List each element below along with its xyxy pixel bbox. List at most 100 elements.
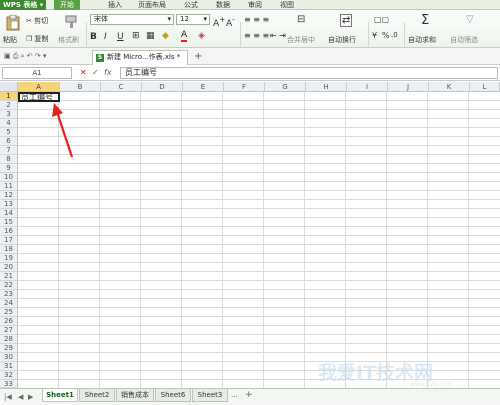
- column-header[interactable]: D: [142, 82, 183, 92]
- first-sheet-icon[interactable]: |◀: [4, 393, 12, 401]
- row-header[interactable]: 1: [0, 92, 18, 101]
- row-header[interactable]: 27: [0, 326, 18, 335]
- row-header[interactable]: 26: [0, 317, 18, 326]
- row-header[interactable]: 21: [0, 272, 18, 281]
- row-header[interactable]: 23: [0, 290, 18, 299]
- row-header[interactable]: 14: [0, 209, 18, 218]
- insert-function-icon[interactable]: fx: [104, 67, 112, 79]
- row-header[interactable]: 31: [0, 362, 18, 371]
- format-painter-button[interactable]: 格式刷: [58, 13, 84, 47]
- row-header[interactable]: 29: [0, 344, 18, 353]
- menu-home[interactable]: 开始: [54, 0, 80, 10]
- decimal-icon[interactable]: .0: [391, 31, 398, 39]
- percent-icon[interactable]: %: [382, 31, 390, 40]
- prev-sheet-icon[interactable]: ◀: [18, 393, 23, 401]
- new-tab-button[interactable]: +: [194, 51, 202, 62]
- sheet-tab-sheet1[interactable]: Sheet1: [42, 389, 78, 402]
- quick-access-icons[interactable]: ▣ ⎙ ⌕ ↶ ↷ ▾: [4, 52, 47, 61]
- row-header[interactable]: 3: [0, 110, 18, 119]
- currency-icon[interactable]: ¥: [372, 31, 377, 40]
- column-header[interactable]: F: [224, 82, 265, 92]
- cut-button[interactable]: ✂ 剪切: [26, 16, 48, 26]
- formula-input[interactable]: 员工编号: [120, 67, 498, 79]
- confirm-edit-icon[interactable]: ✓: [92, 67, 99, 79]
- indent-icon[interactable]: ⇤ ⇥: [270, 31, 286, 40]
- align-left-icon[interactable]: ≡ ≡ ≡: [244, 31, 269, 40]
- row-header[interactable]: 13: [0, 200, 18, 209]
- row-header[interactable]: 9: [0, 164, 18, 173]
- row-header[interactable]: 15: [0, 218, 18, 227]
- row-header[interactable]: 16: [0, 227, 18, 236]
- column-header[interactable]: C: [101, 82, 142, 92]
- column-header[interactable]: E: [183, 82, 224, 92]
- row-header[interactable]: 28: [0, 335, 18, 344]
- sheet-tab-sheet6[interactable]: Sheet6: [155, 389, 191, 402]
- sheet-tab-sales-cost[interactable]: 销售成本: [116, 389, 154, 402]
- column-header[interactable]: J: [388, 82, 429, 92]
- merge-cells-icon[interactable]: ▦: [146, 31, 155, 41]
- row-header[interactable]: 10: [0, 173, 18, 182]
- row-header[interactable]: 19: [0, 254, 18, 263]
- auto-filter-button[interactable]: ▽ 自动筛选: [450, 14, 498, 46]
- row-header[interactable]: 8: [0, 155, 18, 164]
- row-header[interactable]: 33: [0, 380, 18, 388]
- column-header[interactable]: A: [18, 82, 60, 92]
- row-header[interactable]: 30: [0, 353, 18, 362]
- column-header[interactable]: B: [60, 82, 101, 92]
- row-header[interactable]: 18: [0, 245, 18, 254]
- menu-insert[interactable]: 插入: [108, 0, 122, 10]
- row-header[interactable]: 12: [0, 191, 18, 200]
- row-header[interactable]: 25: [0, 308, 18, 317]
- row-header[interactable]: 4: [0, 119, 18, 128]
- sheet-tab-sheet2[interactable]: Sheet2: [79, 389, 115, 402]
- align-top-icon[interactable]: ≡ ≡ ≡: [244, 15, 269, 24]
- column-header[interactable]: L: [470, 82, 500, 92]
- row-header[interactable]: 6: [0, 137, 18, 146]
- row-header[interactable]: 17: [0, 236, 18, 245]
- decrease-font-icon[interactable]: A-: [226, 15, 235, 29]
- select-all-corner[interactable]: [0, 82, 18, 92]
- active-cell-a1[interactable]: 员工编号: [18, 92, 60, 102]
- italic-icon[interactable]: I: [104, 32, 107, 42]
- paste-button[interactable]: 粘贴: [3, 13, 23, 47]
- font-color-icon[interactable]: A: [181, 30, 188, 42]
- fill-color-icon[interactable]: ◆: [162, 31, 169, 41]
- autosum-button[interactable]: Σ 自动求和: [408, 13, 448, 46]
- clear-format-icon[interactable]: ◈: [198, 31, 205, 41]
- column-header[interactable]: I: [347, 82, 388, 92]
- row-header[interactable]: 11: [0, 182, 18, 191]
- row-header[interactable]: 2: [0, 101, 18, 110]
- bold-icon[interactable]: B: [90, 32, 97, 42]
- menu-formula[interactable]: 公式: [184, 0, 198, 10]
- wrap-text-button[interactable]: ⇄ 自动换行: [328, 14, 368, 46]
- cancel-edit-icon[interactable]: ✕: [80, 67, 87, 79]
- column-header[interactable]: H: [306, 82, 347, 92]
- name-box[interactable]: A1: [2, 67, 72, 79]
- copy-button[interactable]: ❐ 复制: [26, 34, 49, 44]
- column-header[interactable]: K: [429, 82, 470, 92]
- menu-data[interactable]: 数据: [216, 0, 230, 10]
- menu-view[interactable]: 视图: [280, 0, 294, 10]
- row-header[interactable]: 7: [0, 146, 18, 155]
- menu-page-layout[interactable]: 页面布局: [138, 0, 166, 10]
- row-header[interactable]: 24: [0, 299, 18, 308]
- font-name-select[interactable]: 宋体 ▾: [90, 14, 174, 25]
- column-header[interactable]: G: [265, 82, 306, 92]
- app-logo[interactable]: WPS 表格 ▾: [0, 0, 46, 10]
- add-sheet-button[interactable]: +: [245, 390, 253, 400]
- number-format-icon[interactable]: ▢▢: [374, 15, 389, 24]
- next-sheet-icon[interactable]: ▶: [28, 393, 33, 401]
- row-header[interactable]: 22: [0, 281, 18, 290]
- row-header[interactable]: 20: [0, 263, 18, 272]
- merge-center-button[interactable]: ⊟ 合并居中: [287, 14, 327, 46]
- menu-review[interactable]: 审阅: [248, 0, 262, 10]
- sheet-tab-sheet3[interactable]: Sheet3: [192, 389, 228, 402]
- more-sheets-button[interactable]: ···: [231, 393, 238, 401]
- underline-icon[interactable]: U: [117, 32, 124, 42]
- border-icon[interactable]: ⊞: [132, 31, 140, 41]
- row-header[interactable]: 32: [0, 371, 18, 380]
- document-tab[interactable]: S 新建 Micro...作表.xls *: [92, 50, 188, 65]
- increase-font-icon[interactable]: A+: [213, 15, 225, 29]
- font-size-select[interactable]: 12 ▾: [176, 14, 210, 25]
- cell-grid[interactable]: [18, 92, 500, 389]
